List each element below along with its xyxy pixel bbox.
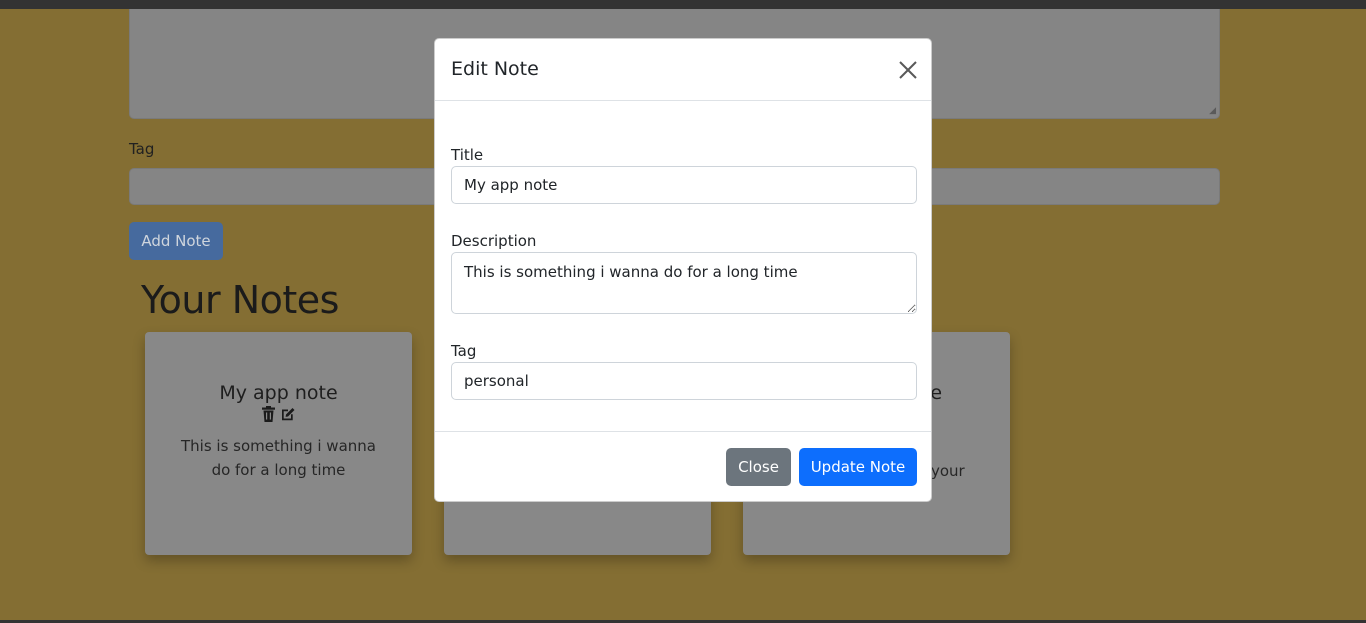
edit-icon[interactable] [280,406,296,422]
top-window-bar [0,0,1366,9]
note-card-description: your [931,462,965,480]
update-note-button[interactable]: Update Note [799,448,917,486]
your-notes-heading: Your Notes [141,278,339,322]
modal-close-button[interactable] [897,59,919,81]
description-textarea[interactable]: This is something i wanna do for a long … [451,252,917,314]
modal-footer: Close Update Note [435,431,931,501]
resize-grip-icon: ◢ [1209,106,1216,116]
edit-note-modal: Edit Note Title Description This is some… [434,38,932,502]
note-card: My app note This is something i wanna do… [145,332,412,555]
tag-input[interactable] [451,362,917,400]
title-input[interactable] [451,166,917,204]
modal-body: Title Description This is something i wa… [435,101,931,431]
tag-label: Tag [451,342,477,360]
title-label: Title [451,146,484,164]
description-label: Description [451,232,537,250]
close-button[interactable]: Close [726,448,791,486]
bg-tag-label: Tag [129,140,155,158]
note-card-description: This is something i wanna do for a long … [181,437,376,479]
modal-header: Edit Note [435,39,931,101]
add-note-button[interactable]: Add Note [129,222,223,260]
trash-icon[interactable] [261,406,276,422]
close-x-icon [897,61,919,84]
note-card-title: My app note [219,382,338,404]
modal-title: Edit Note [451,58,539,80]
